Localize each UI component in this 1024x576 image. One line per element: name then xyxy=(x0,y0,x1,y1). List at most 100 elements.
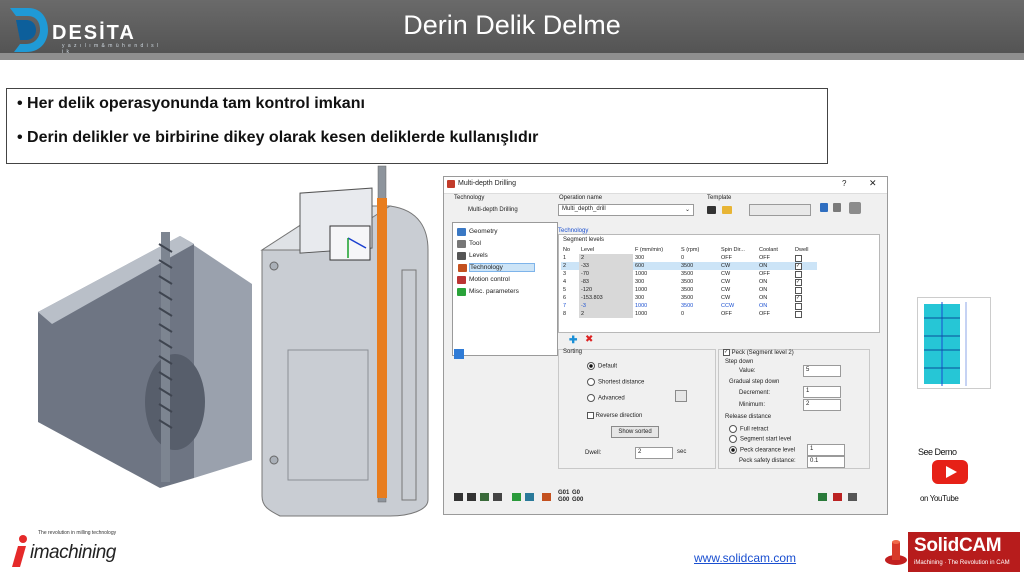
chevron-down-icon[interactable]: ⌄ xyxy=(685,206,690,213)
youtube-play-button[interactable] xyxy=(932,460,968,484)
speed-cell[interactable]: 3500 xyxy=(679,270,719,278)
feed-cell[interactable]: 1000 xyxy=(633,310,679,318)
speed-cell[interactable]: 3500 xyxy=(679,294,719,302)
gcode-label[interactable]: G01 xyxy=(558,490,569,496)
level-cell[interactable]: -3 xyxy=(579,302,633,310)
open-folder-icon[interactable] xyxy=(722,206,732,214)
advanced-options-button[interactable] xyxy=(675,390,687,402)
tree-item-motion-control[interactable]: Motion control xyxy=(457,276,510,284)
reverse-direction-checkbox[interactable]: Reverse direction xyxy=(587,412,642,419)
sort-shortest-option[interactable]: Shortest distance xyxy=(587,378,644,386)
tree-item-tool[interactable]: Tool xyxy=(457,240,481,248)
peck-clearance-field[interactable]: 1 xyxy=(807,444,845,456)
help-icon[interactable]: ? xyxy=(842,179,846,188)
feed-cell[interactable]: 300 xyxy=(633,294,679,302)
speed-cell[interactable]: 3500 xyxy=(679,278,719,286)
save-icon[interactable] xyxy=(454,493,463,501)
save-copy-icon[interactable] xyxy=(493,493,502,501)
spin-direction-cell[interactable]: CW xyxy=(719,262,757,270)
spin-direction-cell[interactable]: OFF xyxy=(719,254,757,262)
help-book-icon[interactable] xyxy=(848,493,857,501)
spin-direction-cell[interactable]: CW xyxy=(719,286,757,294)
gcode-label[interactable]: G00 xyxy=(572,497,583,503)
save-exit-icon[interactable] xyxy=(480,493,489,501)
table-row[interactable]: 6 -153.803 300 3500 CW ON xyxy=(561,294,817,302)
save-check-icon[interactable] xyxy=(818,493,827,501)
level-cell[interactable]: -83 xyxy=(579,278,633,286)
level-cell[interactable]: -33 xyxy=(579,262,633,270)
dwell-checkbox[interactable] xyxy=(793,278,817,286)
step-value-field[interactable]: 5 xyxy=(803,365,841,377)
delete-row-icon[interactable]: ✖ xyxy=(585,334,593,345)
dwell-checkbox[interactable] xyxy=(793,286,817,294)
operation-name-field[interactable]: Multi_depth_drill ⌄ xyxy=(558,204,694,216)
speed-cell[interactable]: 0 xyxy=(679,310,719,318)
feed-cell[interactable]: 1000 xyxy=(633,270,679,278)
level-cell[interactable]: -153.803 xyxy=(579,294,633,302)
add-row-icon[interactable]: ✚ xyxy=(569,335,577,346)
exit-icon[interactable] xyxy=(833,493,842,501)
segment-start-level-option[interactable]: Segment start level xyxy=(729,435,791,443)
feed-cell[interactable]: 1000 xyxy=(633,302,679,310)
level-cell[interactable]: -120 xyxy=(579,286,633,294)
decrement-field[interactable]: 1 xyxy=(803,386,841,398)
feed-cell[interactable]: 300 xyxy=(633,254,679,262)
peck-clearance-level-option[interactable]: Peck clearance level xyxy=(729,446,795,454)
dwell-checkbox[interactable] xyxy=(793,302,817,310)
table-row[interactable]: 3 -70 1000 3500 CW OFF xyxy=(561,270,817,278)
table-row[interactable]: 5 -120 1000 3500 CW ON xyxy=(561,286,817,294)
table-row[interactable]: 7 -3 1000 3500 CCW ON xyxy=(561,302,817,310)
spin-direction-cell[interactable]: CW xyxy=(719,278,757,286)
show-sorted-button[interactable]: Show sorted xyxy=(611,426,659,438)
sort-advanced-option[interactable]: Advanced xyxy=(587,394,625,402)
info-icon[interactable] xyxy=(820,203,828,212)
peck-safety-field[interactable]: 0.1 xyxy=(807,456,845,468)
close-icon[interactable]: ✕ xyxy=(869,178,877,189)
tree-item-misc-parameters[interactable]: Misc. parameters xyxy=(457,288,519,296)
spin-direction-cell[interactable]: CW xyxy=(719,270,757,278)
spin-direction-cell[interactable]: OFF xyxy=(719,310,757,318)
tree-item-levels[interactable]: Levels xyxy=(457,252,488,260)
solidcam-link[interactable]: www.solidcam.com xyxy=(694,551,796,565)
full-retract-option[interactable]: Full retract xyxy=(729,425,768,433)
peck-checkbox[interactable]: Peck (Segment level 2) xyxy=(723,349,794,356)
coolant-cell[interactable]: ON xyxy=(757,278,793,286)
table-row[interactable]: 2 -33 600 3500 CW ON xyxy=(561,262,817,270)
table-row[interactable]: 1 2 300 0 OFF OFF xyxy=(561,254,817,262)
technology-db-icon[interactable] xyxy=(542,493,551,501)
feed-cell[interactable]: 600 xyxy=(633,262,679,270)
gcode-label[interactable]: G0 xyxy=(572,490,580,496)
speed-cell[interactable]: 3500 xyxy=(679,302,719,310)
settings-icon[interactable] xyxy=(849,202,861,214)
dwell-checkbox[interactable] xyxy=(793,254,817,262)
sort-default-option[interactable]: Default xyxy=(587,362,617,370)
spin-direction-cell[interactable]: CW xyxy=(719,294,757,302)
feed-cell[interactable]: 1000 xyxy=(633,286,679,294)
gcode-label[interactable]: G00 xyxy=(558,497,569,503)
level-cell[interactable]: 2 xyxy=(579,254,633,262)
table-row[interactable]: 4 -83 300 3500 CW ON xyxy=(561,278,817,286)
speed-cell[interactable]: 3500 xyxy=(679,262,719,270)
dwell-checkbox[interactable] xyxy=(793,294,817,302)
speed-cell[interactable]: 3500 xyxy=(679,286,719,294)
host-cad-icon[interactable] xyxy=(525,493,534,501)
grid-view-icon[interactable] xyxy=(454,349,464,359)
save-icon[interactable] xyxy=(707,206,716,214)
dwell-checkbox[interactable] xyxy=(793,310,817,318)
minimum-field[interactable]: 2 xyxy=(803,399,841,411)
level-cell[interactable]: 2 xyxy=(579,310,633,318)
simulate-icon[interactable] xyxy=(512,493,521,501)
spin-direction-cell[interactable]: CCW xyxy=(719,302,757,310)
table-row[interactable]: 8 2 1000 0 OFF OFF xyxy=(561,310,817,318)
speed-cell[interactable]: 0 xyxy=(679,254,719,262)
save-calculate-icon[interactable] xyxy=(467,493,476,501)
coolant-cell[interactable]: OFF xyxy=(757,270,793,278)
coolant-cell[interactable]: OFF xyxy=(757,310,793,318)
tree-item-geometry[interactable]: Geometry xyxy=(457,228,498,236)
tree-item-technology[interactable]: Technology xyxy=(458,263,535,272)
coolant-cell[interactable]: ON xyxy=(757,302,793,310)
tool-icon[interactable] xyxy=(833,203,841,212)
dwell-field[interactable]: 2 xyxy=(635,447,673,459)
dwell-checkbox[interactable] xyxy=(793,270,817,278)
dwell-checkbox[interactable] xyxy=(793,262,817,270)
